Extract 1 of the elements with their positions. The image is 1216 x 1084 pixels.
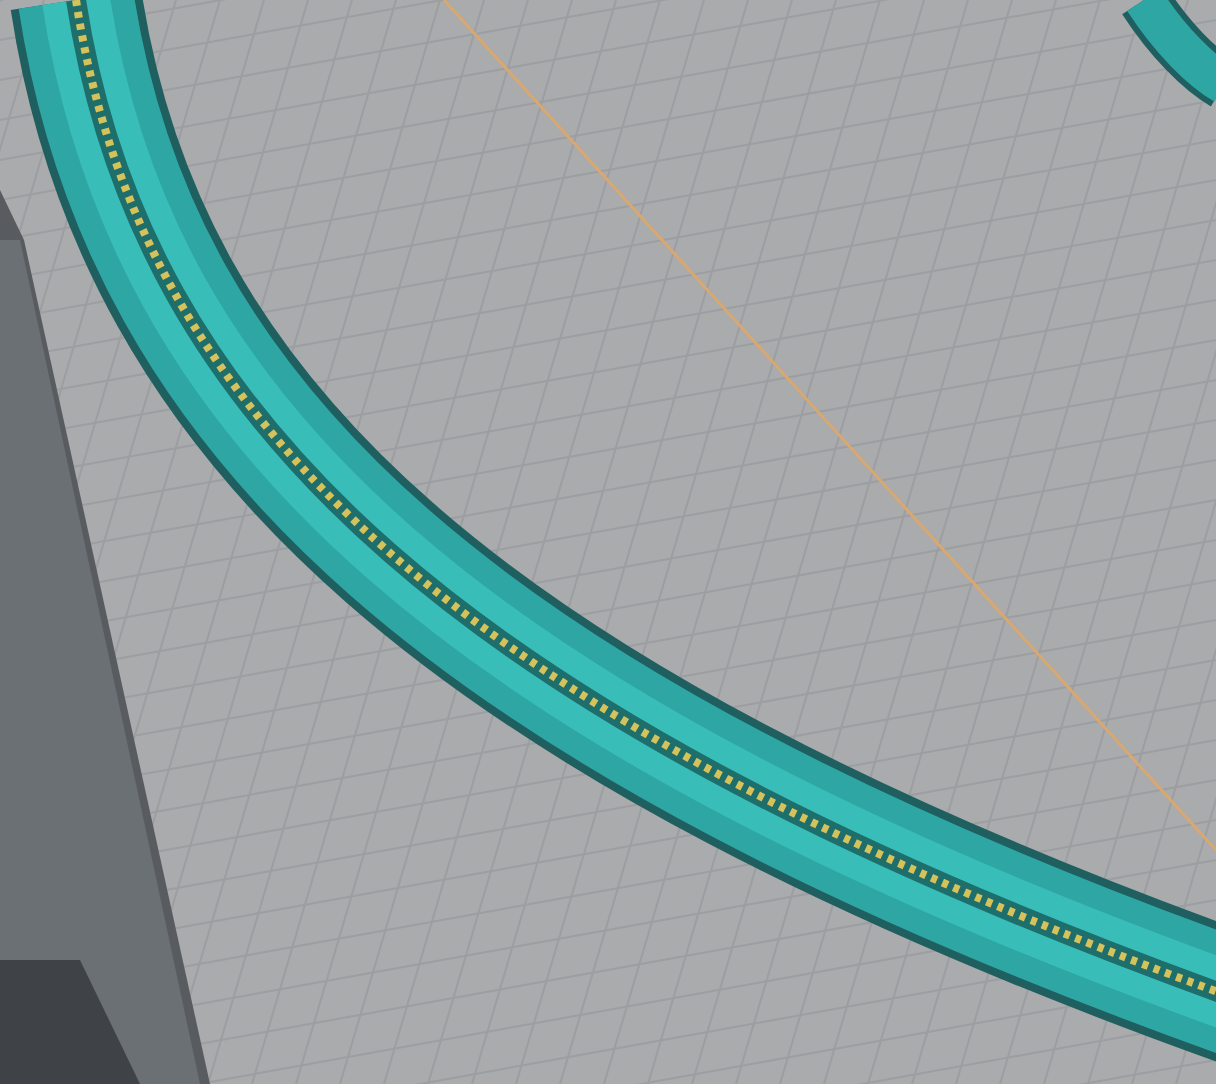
toolpath-arc-drawing <box>1122 0 1216 107</box>
